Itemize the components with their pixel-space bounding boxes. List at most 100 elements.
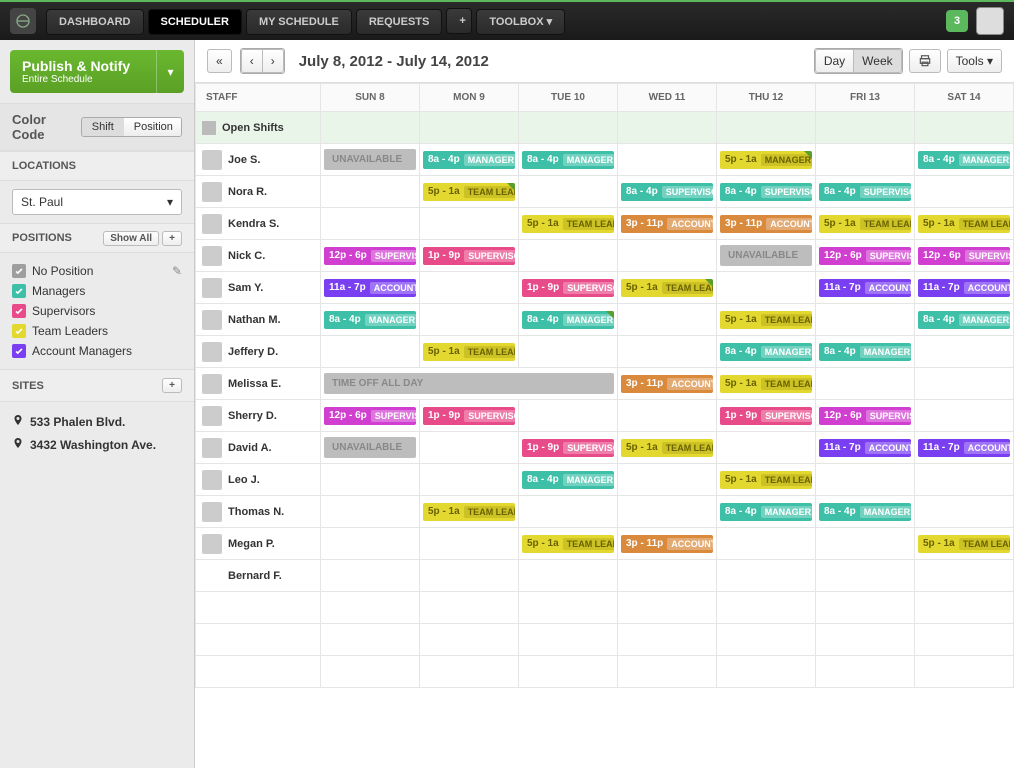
schedule-cell[interactable]: 8a - 4pMANAGER [519, 144, 618, 176]
shift-block[interactable]: 5p - 1aTEAM LEADE [423, 343, 515, 361]
schedule-cell[interactable] [915, 400, 1014, 432]
schedule-cell[interactable]: 3p - 11pACCOUNT M [618, 368, 717, 400]
schedule-cell[interactable] [915, 112, 1014, 144]
schedule-cell[interactable] [816, 560, 915, 592]
shift-block[interactable]: 1p - 9pSUPERVISO [423, 407, 515, 425]
shift-block[interactable]: 3p - 11pACCOUNT M [621, 215, 713, 233]
schedule-cell[interactable]: 8a - 4pMANAGER [717, 496, 816, 528]
schedule-cell[interactable]: 5p - 1aTEAM LEADE [618, 272, 717, 304]
schedule-cell[interactable]: 1p - 9pSUPERVISO [420, 240, 519, 272]
staff-row[interactable]: Thomas N. [196, 496, 321, 528]
shift-block[interactable]: 11a - 7pACCOUNT M [918, 439, 1010, 457]
nav-scheduler[interactable]: SCHEDULER [148, 9, 242, 35]
schedule-cell[interactable] [717, 656, 816, 688]
chevron-down-icon[interactable]: ▾ [156, 50, 184, 93]
schedule-cell[interactable] [816, 144, 915, 176]
shift-block[interactable]: 8a - 4pMANAGER [423, 151, 515, 169]
shift-block[interactable]: 8a - 4pSUPERVISOR [819, 183, 911, 201]
schedule-cell[interactable] [915, 592, 1014, 624]
schedule-cell[interactable] [915, 656, 1014, 688]
schedule-cell[interactable] [915, 624, 1014, 656]
staff-row[interactable]: Sherry D. [196, 400, 321, 432]
schedule-cell[interactable]: 1p - 9pSUPERVISO [717, 400, 816, 432]
schedule-cell[interactable]: 5p - 1aTEAM LEADE [816, 208, 915, 240]
schedule-cell[interactable] [618, 400, 717, 432]
schedule-cell[interactable]: 12p - 6pSUPERVISO [816, 240, 915, 272]
schedule-cell[interactable]: UNAVAILABLE [717, 240, 816, 272]
schedule-cell[interactable]: 8a - 4pMANAGER [915, 304, 1014, 336]
app-logo-icon[interactable] [10, 8, 36, 34]
schedule-cell[interactable]: 8a - 4pMANAGER [816, 496, 915, 528]
schedule-cell[interactable]: 5p - 1aTEAM LEADE [717, 368, 816, 400]
notification-badge[interactable]: 3 [946, 10, 968, 32]
schedule-cell[interactable] [816, 464, 915, 496]
position-item[interactable]: Account Managers [12, 341, 182, 361]
print-button[interactable] [909, 49, 941, 73]
schedule-cell[interactable] [816, 112, 915, 144]
toggle-shift[interactable]: Shift [82, 118, 124, 136]
shift-block[interactable]: 11a - 7pACCOUNT M [324, 279, 416, 297]
schedule-cell[interactable]: 5p - 1aTEAM LEADE [717, 304, 816, 336]
schedule-cell[interactable] [420, 624, 519, 656]
schedule-cell[interactable] [321, 176, 420, 208]
shift-block[interactable]: 5p - 1aTEAM LEADE [819, 215, 911, 233]
schedule-cell[interactable]: 3p - 11pACCOUNT M [618, 528, 717, 560]
schedule-cell[interactable] [420, 304, 519, 336]
schedule-cell[interactable] [321, 208, 420, 240]
schedule-cell[interactable] [618, 240, 717, 272]
schedule-cell[interactable] [420, 464, 519, 496]
schedule-cell[interactable] [321, 112, 420, 144]
schedule-cell[interactable] [420, 432, 519, 464]
schedule-cell[interactable] [915, 368, 1014, 400]
shift-block[interactable]: 8a - 4pMANAGER [819, 343, 911, 361]
shift-block[interactable]: 8a - 4pMANAGER [324, 311, 416, 329]
shift-block[interactable]: 11a - 7pACCOUNT M [819, 439, 911, 457]
schedule-cell[interactable]: 11a - 7pACCOUNT M [915, 272, 1014, 304]
schedule-cell[interactable] [816, 528, 915, 560]
nav-requests[interactable]: REQUESTS [356, 9, 443, 35]
schedule-cell[interactable]: 12p - 6pSUPERVISO [915, 240, 1014, 272]
schedule-cell[interactable]: 5p - 1aTEAM LEADE [915, 528, 1014, 560]
schedule-cell[interactable] [519, 240, 618, 272]
schedule-cell[interactable] [915, 336, 1014, 368]
schedule-cell[interactable]: 1p - 9pSUPERVISO [519, 272, 618, 304]
staff-row[interactable]: Joe S. [196, 144, 321, 176]
schedule-cell[interactable] [618, 304, 717, 336]
edit-icon[interactable]: ✎ [172, 264, 182, 278]
staff-row[interactable] [196, 656, 321, 688]
open-shifts-row[interactable]: Open Shifts [196, 112, 321, 144]
view-week-button[interactable]: Week [853, 49, 901, 73]
shift-block[interactable]: 3p - 11pACCOUNT M [621, 375, 713, 393]
schedule-cell[interactable] [816, 592, 915, 624]
schedule-cell[interactable] [618, 656, 717, 688]
schedule-cell[interactable] [618, 112, 717, 144]
schedule-cell[interactable]: TIME OFF ALL DAY [321, 368, 618, 400]
schedule-cell[interactable] [321, 528, 420, 560]
next-week-button[interactable]: › [262, 49, 284, 73]
schedule-cell[interactable] [519, 624, 618, 656]
shift-block[interactable]: 5p - 1aTEAM LEADE [720, 375, 812, 393]
schedule-cell[interactable]: 11a - 7pACCOUNT M [915, 432, 1014, 464]
schedule-cell[interactable]: 8a - 4pSUPERVISOR [717, 176, 816, 208]
site-item[interactable]: 533 Phalen Blvd. [12, 410, 182, 433]
schedule-cell[interactable]: 8a - 4pMANAGER [321, 304, 420, 336]
schedule-cell[interactable]: 8a - 4pMANAGER [519, 304, 618, 336]
schedule-cell[interactable] [618, 144, 717, 176]
shift-block[interactable]: 8a - 4pMANAGER [522, 151, 614, 169]
schedule-cell[interactable]: 5p - 1aTEAM LEADE [915, 208, 1014, 240]
schedule-cell[interactable]: 5p - 1aTEAM LEADE [519, 528, 618, 560]
shift-block[interactable]: 12p - 6pSUPERVISO [324, 407, 416, 425]
shift-block[interactable]: 11a - 7pACCOUNT M [918, 279, 1010, 297]
shift-block[interactable]: 3p - 11pACCOUNT M [720, 215, 812, 233]
view-day-button[interactable]: Day [815, 49, 853, 73]
staff-row[interactable]: Kendra S. [196, 208, 321, 240]
shift-block[interactable]: 11a - 7pACCOUNT M [819, 279, 911, 297]
schedule-cell[interactable] [519, 656, 618, 688]
schedule-cell[interactable] [915, 176, 1014, 208]
schedule-cell[interactable] [321, 560, 420, 592]
schedule-cell[interactable] [618, 464, 717, 496]
schedule-cell[interactable] [420, 208, 519, 240]
schedule-cell[interactable] [618, 592, 717, 624]
schedule-cell[interactable]: UNAVAILABLE [321, 144, 420, 176]
shift-block[interactable]: 1p - 9pSUPERVISO [522, 279, 614, 297]
